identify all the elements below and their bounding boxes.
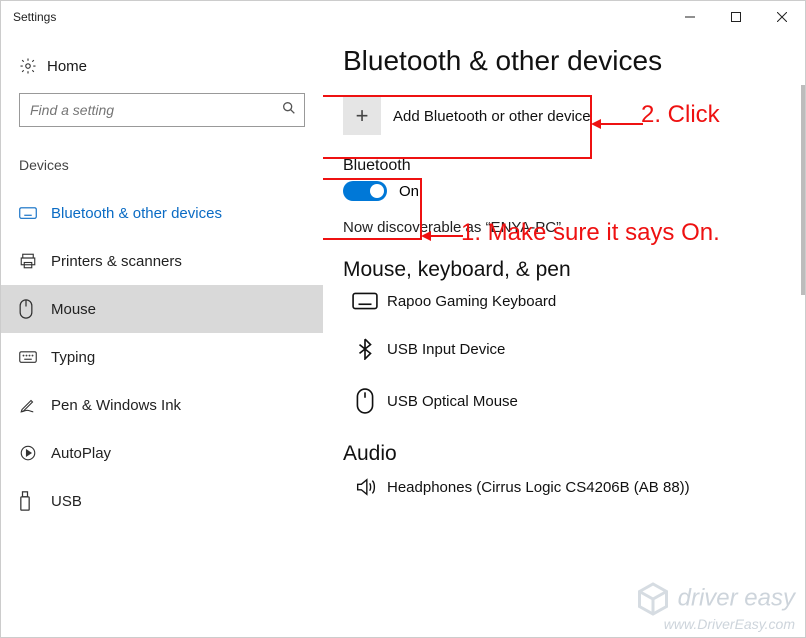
device-item[interactable]: Rapoo Gaming Keyboard [343,292,795,310]
window-title: Settings [13,10,56,24]
mouse-icon [343,388,387,414]
sidebar-item-pen[interactable]: Pen & Windows Ink [1,381,323,429]
sidebar-item-label: AutoPlay [51,445,111,462]
sidebar-item-label: Bluetooth & other devices [51,205,222,222]
search-input[interactable] [19,93,305,127]
sidebar-item-label: Typing [51,349,95,366]
maximize-icon [731,12,741,22]
add-device-label: Add Bluetooth or other device [393,108,591,125]
sidebar-item-bluetooth[interactable]: Bluetooth & other devices [1,189,323,237]
search-icon [281,100,297,121]
device-item[interactable]: USB Optical Mouse [343,388,795,414]
pen-icon [19,396,51,414]
section-mkp-title: Mouse, keyboard, & pen [343,258,795,282]
sidebar-item-label: Printers & scanners [51,253,182,270]
sidebar-item-label: Mouse [51,301,96,318]
minimize-icon [685,12,695,22]
device-label: USB Input Device [387,341,505,358]
mouse-icon [19,299,51,319]
sidebar-item-typing[interactable]: Typing [1,333,323,381]
device-label: Headphones (Cirrus Logic CS4206B (AB 88)… [387,479,690,496]
home-label: Home [47,58,87,75]
plus-icon: + [343,97,381,135]
gear-icon [19,57,47,75]
close-icon [777,12,787,22]
home-button[interactable]: Home [1,49,323,93]
annotation-text-2: 2. Click [641,101,720,129]
bluetooth-state: On [399,183,419,200]
sidebar-item-label: USB [51,493,82,510]
bluetooth-label: Bluetooth [343,157,795,175]
page-title: Bluetooth & other devices [343,45,795,77]
add-device-button[interactable]: + Add Bluetooth or other device [343,93,603,139]
sidebar-item-autoplay[interactable]: AutoPlay [1,429,323,477]
section-audio-title: Audio [343,442,795,466]
sidebar-item-mouse[interactable]: Mouse [1,285,323,333]
device-item[interactable]: USB Input Device [343,338,795,360]
keyboard-icon [343,292,387,310]
autoplay-icon [19,444,51,462]
printer-icon [19,252,51,270]
device-label: Rapoo Gaming Keyboard [387,293,556,310]
close-button[interactable] [759,1,805,33]
sidebar-item-usb[interactable]: USB [1,477,323,525]
maximize-button[interactable] [713,1,759,33]
usb-icon [19,491,51,511]
discoverable-status: Now discoverable as “ENYA-PC” [343,219,795,236]
scrollbar[interactable] [801,85,805,295]
device-label: USB Optical Mouse [387,393,518,410]
sidebar-item-printers[interactable]: Printers & scanners [1,237,323,285]
bluetooth-icon [343,338,387,360]
nav-group-title: Devices [1,157,323,189]
typing-icon [19,350,51,364]
watermark: driver easy www.DriverEasy.com [635,581,795,631]
minimize-button[interactable] [667,1,713,33]
keyboard-icon [19,206,51,220]
bluetooth-toggle[interactable] [343,181,387,201]
speaker-icon [343,476,387,498]
sidebar-item-label: Pen & Windows Ink [51,397,181,414]
device-item[interactable]: Headphones (Cirrus Logic CS4206B (AB 88)… [343,476,795,498]
